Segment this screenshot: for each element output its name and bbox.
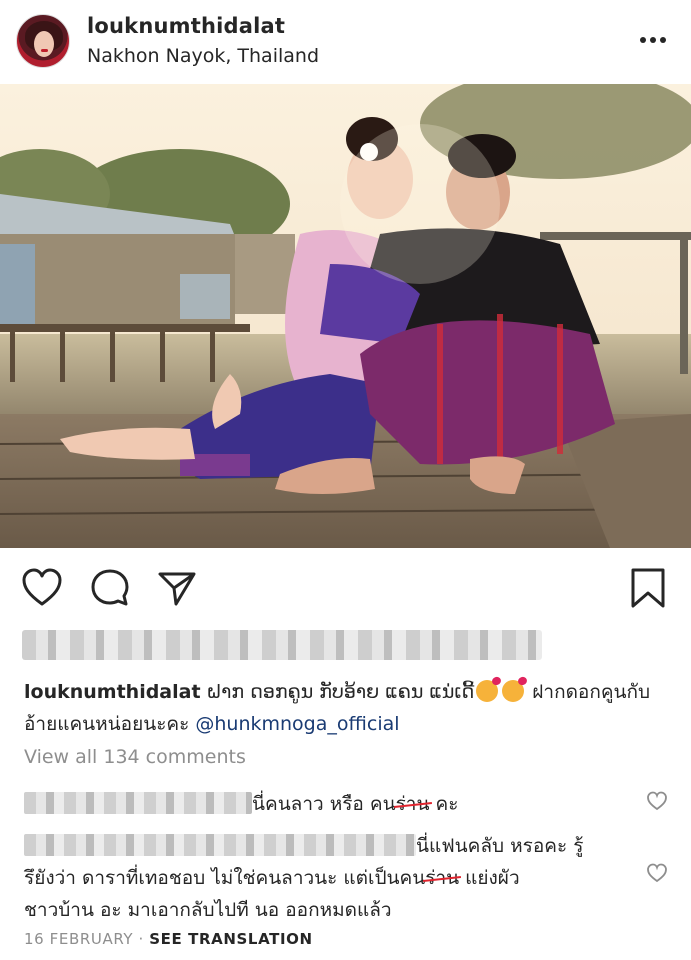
post-date: 16 FEBRUARY bbox=[24, 930, 134, 948]
action-bar bbox=[0, 560, 691, 620]
username[interactable]: louknumthidalat bbox=[87, 14, 285, 38]
comment-struck-word: ร่าน bbox=[395, 793, 430, 815]
meta-separator: · bbox=[133, 930, 150, 948]
post-meta: 16 FEBRUARY · SEE TRANSLATION bbox=[24, 930, 313, 948]
post-photo[interactable] bbox=[0, 84, 691, 548]
caption: louknumthidalat ຝາກ ດອກຄູນ ກັບອ້າຍ ແຄນ ແ… bbox=[24, 676, 654, 740]
small-heart-icon[interactable] bbox=[646, 790, 668, 812]
comment-item: นี่แฟนคลับ หรอคะ รู้ รึยังว่า ดาราที่เทอ… bbox=[24, 830, 624, 926]
kiss-emoji-icon bbox=[476, 680, 499, 702]
avatar[interactable] bbox=[16, 14, 70, 68]
comment-icon[interactable] bbox=[88, 566, 132, 610]
comment-text: นี่คนลาว หรือ คน bbox=[252, 793, 396, 815]
caption-text-lao: ຝາກ ດອກຄູນ ກັບອ້າຍ ແຄນ ແນ່ເດີ້ bbox=[200, 681, 475, 703]
share-icon[interactable] bbox=[155, 566, 199, 610]
comment-text: แย่งผัว bbox=[459, 867, 520, 889]
see-translation-link[interactable]: SEE TRANSLATION bbox=[149, 930, 312, 948]
view-all-comments[interactable]: View all 134 comments bbox=[24, 746, 246, 768]
commenter-name-redacted[interactable] bbox=[24, 834, 416, 856]
caption-mention[interactable]: @hunkmnoga_official bbox=[195, 713, 399, 735]
post-header: louknumthidalat Nakhon Nayok, Thailand bbox=[0, 0, 691, 84]
comment-text: ชาวบ้าน อะ มาเอากลับไปที นอ ออกหมดแล้ว bbox=[24, 899, 392, 921]
comment-text: รึยังว่า ดาราที่เทอชอบ ไม่ใช่คนลาวนะ แต่… bbox=[24, 867, 426, 889]
kiss-emoji-icon bbox=[502, 680, 525, 702]
more-icon[interactable] bbox=[640, 30, 668, 50]
small-heart-icon[interactable] bbox=[646, 862, 668, 884]
photo-illustration bbox=[0, 84, 691, 548]
commenter-name-redacted[interactable] bbox=[24, 792, 252, 814]
location[interactable]: Nakhon Nayok, Thailand bbox=[87, 45, 319, 67]
likes-redacted bbox=[22, 630, 542, 660]
comment-struck-word: ร่าน bbox=[425, 867, 460, 889]
comment-text: นี่แฟนคลับ หรอคะ รู้ bbox=[416, 835, 584, 857]
comment-item: นี่คนลาว หรือ คนร่าน คะ bbox=[24, 788, 624, 820]
comment-text: คะ bbox=[429, 793, 459, 815]
heart-icon[interactable] bbox=[20, 566, 64, 610]
caption-username[interactable]: louknumthidalat bbox=[24, 681, 201, 703]
bookmark-icon[interactable] bbox=[626, 566, 670, 610]
